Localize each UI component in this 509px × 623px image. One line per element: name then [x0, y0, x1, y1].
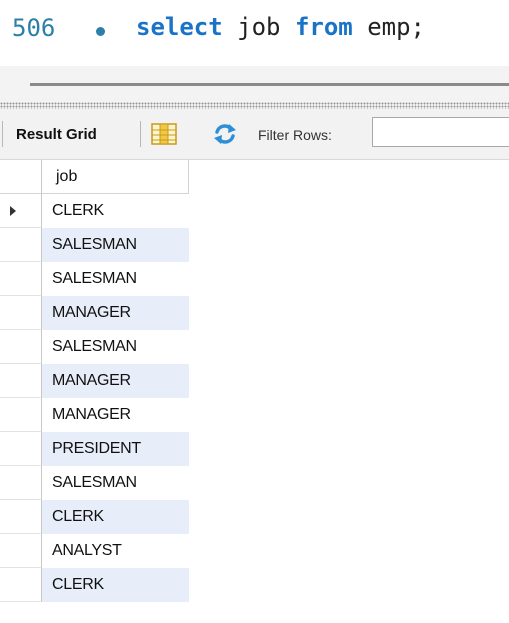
table-row[interactable]: SALESMAN [0, 330, 190, 364]
row-marker[interactable] [0, 330, 42, 364]
result-grid[interactable]: job CLERK SALESMAN SALESMAN MANAGER SALESMAN… [0, 160, 509, 623]
row-marker[interactable] [0, 466, 42, 500]
column-header-job[interactable]: job [42, 160, 189, 194]
cell-job[interactable]: SALESMAN [42, 466, 189, 500]
refresh-icon[interactable] [212, 122, 238, 146]
row-marker[interactable] [0, 500, 42, 534]
table-row[interactable]: MANAGER [0, 364, 190, 398]
sql-identifier: emp; [352, 13, 425, 41]
cell-job[interactable]: PRESIDENT [42, 432, 189, 466]
row-marker[interactable] [0, 432, 42, 466]
sql-identifier: job [222, 13, 295, 41]
row-marker[interactable] [0, 228, 42, 262]
sql-statement[interactable]: select job from emp; [136, 13, 425, 41]
table-row[interactable]: SALESMAN [0, 262, 190, 296]
table-row[interactable]: CLERK [0, 568, 190, 602]
line-number: 506 [12, 14, 56, 42]
row-marker[interactable] [0, 398, 42, 432]
table-row[interactable]: SALESMAN [0, 466, 190, 500]
filter-rows-label: Filter Rows: [258, 127, 332, 143]
current-row-arrow-icon [10, 206, 16, 216]
cell-job[interactable]: SALESMAN [42, 262, 189, 296]
row-marker[interactable] [0, 194, 42, 228]
row-marker[interactable] [0, 296, 42, 330]
table-row[interactable]: PRESIDENT [0, 432, 190, 466]
toolbar-divider [2, 121, 3, 147]
result-grid-tab[interactable]: Result Grid [16, 126, 97, 143]
scroll-thumb[interactable] [30, 83, 509, 86]
sql-keyword: select [136, 13, 223, 41]
table-row[interactable]: MANAGER [0, 398, 190, 432]
table-row[interactable]: CLERK [0, 500, 190, 534]
row-marker[interactable] [0, 568, 42, 602]
table-row[interactable]: SALESMAN [0, 228, 190, 262]
table-row[interactable]: ANALYST [0, 534, 190, 568]
cell-job[interactable]: ANALYST [42, 534, 189, 568]
panel-splitter[interactable] [0, 102, 509, 109]
sql-editor[interactable]: 506 select job from emp; [0, 0, 509, 66]
filter-rows-input[interactable] [372, 117, 509, 147]
cell-job[interactable]: SALESMAN [42, 228, 189, 262]
cell-job[interactable]: CLERK [42, 500, 189, 534]
result-toolbar: Result Grid Filter Rows: [0, 109, 509, 160]
editor-horizontal-scrollbar[interactable] [0, 66, 509, 102]
table-row[interactable]: MANAGER [0, 296, 190, 330]
row-marker-header [0, 160, 42, 194]
grid-layout-icon[interactable] [151, 123, 177, 145]
row-marker[interactable] [0, 262, 42, 296]
statement-marker-dot [96, 27, 105, 36]
table-row[interactable]: CLERK [0, 194, 190, 228]
cell-job[interactable]: MANAGER [42, 364, 189, 398]
cell-job[interactable]: CLERK [42, 194, 189, 228]
cell-job[interactable]: MANAGER [42, 398, 189, 432]
row-marker[interactable] [0, 364, 42, 398]
grid-header-row: job [0, 160, 190, 194]
sql-keyword: from [294, 13, 353, 41]
cell-job[interactable]: MANAGER [42, 296, 189, 330]
toolbar-divider [140, 121, 141, 147]
cell-job[interactable]: CLERK [42, 568, 189, 602]
row-marker[interactable] [0, 534, 42, 568]
cell-job[interactable]: SALESMAN [42, 330, 189, 364]
